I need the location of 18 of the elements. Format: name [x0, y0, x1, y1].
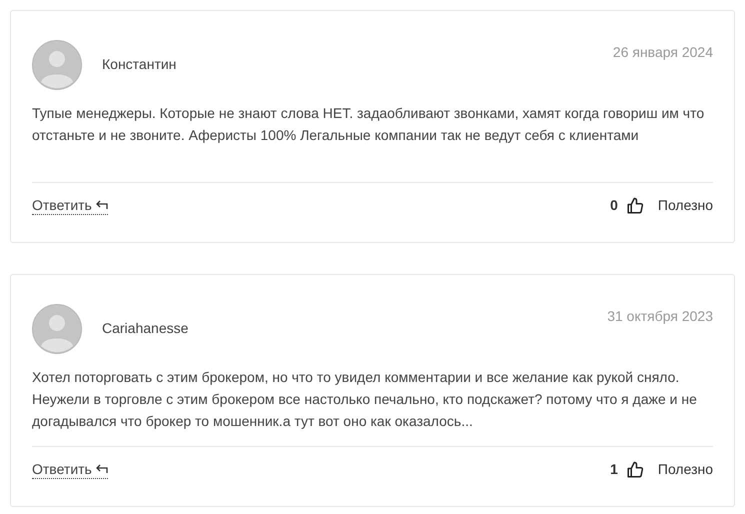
comment-date: 31 октября 2023 [607, 307, 713, 326]
helpful-label: Полезно [658, 196, 713, 215]
avatar-icon [32, 40, 82, 90]
like-count: 1 [610, 460, 618, 479]
reply-arrow-icon [94, 464, 108, 474]
reply-arrow-icon [94, 200, 108, 210]
reply-link[interactable]: Ответить [32, 460, 108, 479]
comment-text: Тупые менеджеры. Которые не знают слова НЕТ. задаобливают звонками, хамят когда говориш им что отстаньте и не звоните. Аферисты 100% Легальные компании так не ведут себя с клиентами [32, 104, 706, 145]
helpful-label: Полезно [658, 460, 713, 479]
author-name: Константин [102, 55, 176, 74]
reply-link[interactable]: Ответить [32, 196, 108, 215]
comment-date: 26 января 2024 [612, 43, 713, 62]
thumbs-up-icon[interactable] [626, 196, 644, 214]
like-count: 0 [610, 196, 618, 215]
comment-text: Хотел поторговать с этим брокером, но что то увидел комментарии и все желание как рукой сняло. Неужели в торговле с этим брокером все настолько печально, кто подскажет? потому что я даже и не догадывался что брокер то мошенник.а тут вот оно как оказалось... [32, 368, 698, 431]
avatar-icon [32, 304, 82, 354]
author-name: Cariahanesse [102, 319, 188, 338]
thumbs-up-icon[interactable] [626, 460, 644, 478]
